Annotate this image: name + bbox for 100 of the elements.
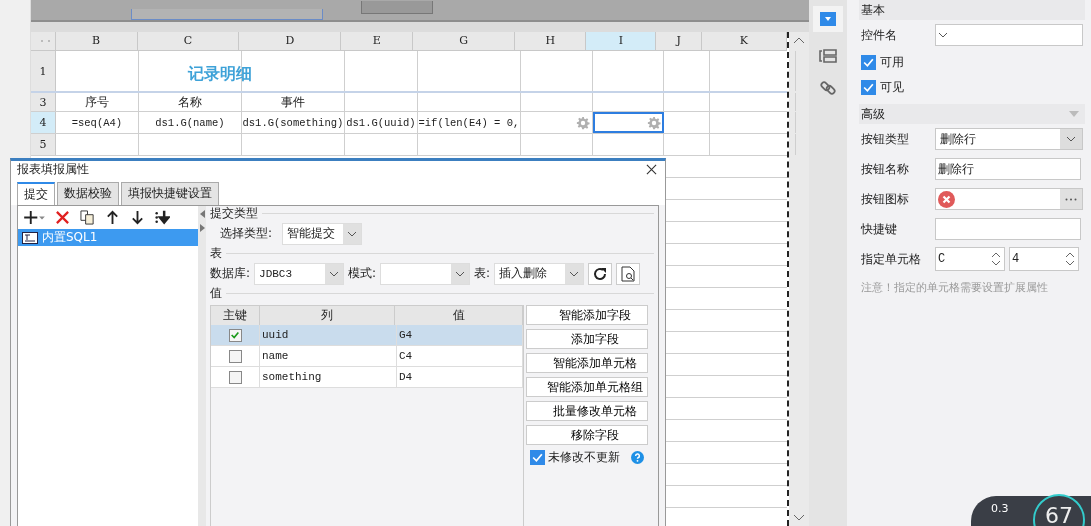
chevron-down-icon: [1060, 129, 1082, 149]
column-header[interactable]: D: [239, 32, 342, 50]
row-spinner[interactable]: 4: [1009, 247, 1079, 271]
table-row[interactable]: something D4: [211, 367, 523, 388]
form-icon[interactable]: [819, 48, 838, 64]
action-button[interactable]: 智能添加单元格: [526, 353, 648, 373]
action-button[interactable]: 智能添加单元格组: [526, 377, 648, 397]
chevron-down-icon: [565, 263, 584, 284]
cell-text: 事件: [280, 93, 305, 111]
submit-type-dropdown[interactable]: 智能提交: [282, 222, 363, 245]
chevron-down-icon: [451, 263, 470, 284]
field-label: 数据库:: [210, 265, 251, 282]
table-cell: D4: [397, 367, 523, 387]
table-cell: name: [260, 346, 397, 366]
preview-button[interactable]: [616, 262, 641, 285]
checkbox-label: 可用: [880, 54, 904, 71]
section-title: 高级: [861, 105, 885, 123]
upload-speed: 0.3: [991, 502, 1009, 515]
column-header[interactable]: J: [656, 32, 702, 50]
document-search-icon: [621, 265, 636, 282]
checkbox[interactable]: [861, 80, 876, 95]
move-to-bottom-icon[interactable]: [155, 210, 170, 225]
field-label: 表:: [474, 265, 491, 282]
text-field[interactable]: [935, 218, 1081, 240]
delete-icon[interactable]: [55, 210, 70, 225]
table-cell: C4: [397, 346, 523, 366]
refresh-button[interactable]: [588, 262, 613, 285]
cell-text: 序号: [84, 93, 109, 111]
row-header[interactable]: 1: [30, 51, 56, 91]
checkbox[interactable]: [861, 55, 876, 70]
arrow-up-icon[interactable]: [105, 210, 120, 225]
section-title: 表: [210, 245, 222, 262]
cell-text: ds1.G(name): [155, 116, 225, 129]
field-label: 按钮图标: [861, 190, 910, 208]
vertical-scrollbar[interactable]: [788, 32, 809, 526]
field-label: 指定单元格: [861, 250, 922, 268]
checkbox-label: 未修改不更新: [548, 449, 620, 466]
text-field[interactable]: 删除行: [935, 158, 1081, 180]
dropdown-widget-icon: [820, 12, 837, 26]
add-icon[interactable]: [24, 210, 45, 225]
row-header[interactable]: 3: [30, 93, 56, 111]
field-label: 模式:: [348, 265, 377, 282]
link-icon[interactable]: [819, 80, 838, 96]
table-dropdown[interactable]: 插入删除: [494, 262, 585, 285]
icon-picker-field[interactable]: [935, 188, 1083, 210]
spin-arrows-icon[interactable]: [991, 252, 1001, 266]
row-header[interactable]: 5: [30, 134, 56, 155]
dialog-title: 报表填报属性: [17, 161, 89, 178]
cell-text: =seq(A4): [71, 116, 123, 129]
column-header[interactable]: K: [701, 32, 787, 50]
tab[interactable]: 提交: [17, 182, 55, 205]
column-spinner[interactable]: C: [935, 247, 1005, 271]
action-button[interactable]: 批量修改单元格: [526, 401, 648, 421]
help-icon[interactable]: [631, 451, 644, 464]
column-header[interactable]: C: [137, 32, 240, 50]
cell-text: ds1.G(uuid): [346, 116, 416, 129]
scroll-down-icon[interactable]: [792, 514, 805, 522]
parameter-field[interactable]: [130, 9, 323, 20]
column-header[interactable]: I: [586, 32, 657, 50]
field-label: 快捷键: [861, 220, 898, 238]
tab[interactable]: 数据校验: [57, 182, 119, 205]
score-gauge: 67: [1033, 494, 1085, 526]
database-dropdown[interactable]: JDBC3: [254, 262, 345, 285]
field-label: 选择类型:: [220, 225, 273, 242]
field-label: 按钮类型: [861, 130, 910, 148]
cell-text: ds1.G(something): [242, 116, 344, 129]
action-button[interactable]: 添加字段: [526, 329, 648, 349]
checkbox[interactable]: [530, 450, 545, 465]
delete-icon: [938, 190, 955, 208]
action-button[interactable]: 移除字段: [526, 425, 648, 445]
checkbox[interactable]: [228, 349, 242, 363]
table-cell: something: [260, 367, 397, 387]
cell-text: =if(len(E4) = 0,: [418, 116, 520, 129]
spin-arrows-icon[interactable]: [1065, 252, 1075, 266]
section-title: 值: [210, 285, 222, 302]
table-row[interactable]: name C4: [211, 346, 523, 367]
cell-text: 名称: [177, 93, 202, 111]
arrow-down-icon[interactable]: [130, 210, 145, 225]
column-header[interactable]: E: [341, 32, 414, 50]
widget-settings-tab[interactable]: [813, 6, 844, 32]
row-header[interactable]: 4: [30, 112, 56, 133]
chevron-down-icon: [325, 263, 344, 284]
button-type-dropdown[interactable]: 删除行: [935, 128, 1083, 150]
section-title: 提交类型: [210, 205, 258, 222]
chevron-down-icon: [938, 32, 948, 38]
refresh-icon: [593, 266, 608, 281]
checkbox-label: 可见: [880, 79, 904, 96]
column-header[interactable]: G: [413, 32, 516, 50]
column-header[interactable]: B: [55, 32, 138, 50]
action-button[interactable]: 智能添加字段: [526, 305, 648, 325]
tab[interactable]: 填报快捷键设置: [121, 182, 219, 205]
field-label: 控件名: [861, 26, 898, 44]
checkbox[interactable]: [228, 370, 242, 384]
table-row[interactable]: uuid G4: [211, 325, 523, 346]
copy-icon[interactable]: [80, 210, 95, 225]
table-cell: uuid: [260, 325, 397, 345]
close-icon[interactable]: [646, 164, 657, 175]
scroll-up-icon[interactable]: [792, 36, 805, 44]
checkbox[interactable]: [228, 328, 242, 342]
hint-text: 注意！指定的单元格需要设置扩展属性: [861, 280, 1049, 295]
